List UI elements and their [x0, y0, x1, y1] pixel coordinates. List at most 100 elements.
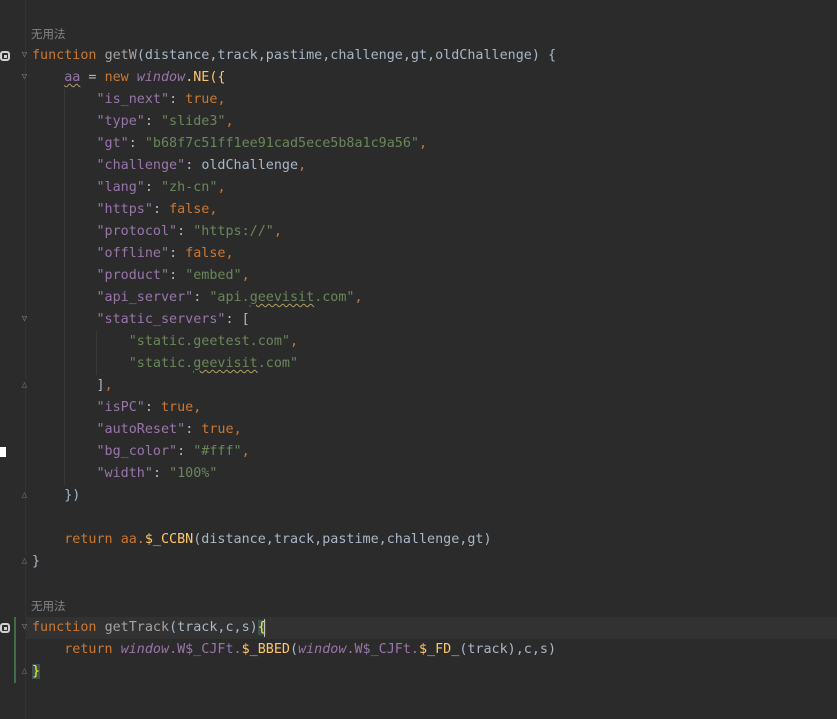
prop-key: "static_servers": [96, 312, 226, 327]
usage-hint: 无用法: [31, 599, 66, 613]
prop-value: "slide3": [161, 114, 226, 129]
global-object: window: [120, 642, 170, 657]
prop-value: oldChallenge: [201, 158, 299, 173]
recursive-call-icon[interactable]: [0, 51, 10, 61]
prop-key: "autoReset": [96, 422, 186, 437]
fold-open-icon[interactable]: ▽: [20, 315, 29, 324]
params: (track,c,s): [169, 620, 258, 635]
code-line[interactable]: "https": false,: [32, 199, 218, 221]
fold-open-icon[interactable]: ▽: [20, 51, 29, 60]
variable: aa: [64, 70, 81, 85]
code-line[interactable]: "product": "embed",: [32, 265, 250, 287]
fold-close-icon[interactable]: △: [20, 667, 29, 676]
fold-open-icon[interactable]: ▽: [20, 73, 29, 82]
object-ref: aa.: [120, 532, 145, 547]
typo-word: geevisit: [193, 356, 258, 371]
code-line[interactable]: aa = new window.NE({: [32, 67, 226, 89]
code-line[interactable]: return window.W$_CJFt.$_BBED(window.W$_C…: [32, 639, 556, 661]
recursive-call-icon[interactable]: [0, 623, 10, 633]
method-name: $_FD_: [419, 642, 460, 657]
code-line[interactable]: "static_servers": [: [32, 309, 250, 331]
vcs-change-marker: [14, 617, 16, 683]
code-line[interactable]: return aa.$_CCBN(distance,track,pastime,…: [32, 529, 491, 551]
prop-value: .com": [314, 290, 355, 305]
prop-key: "protocol": [96, 224, 178, 239]
prop-key: "offline": [96, 246, 170, 261]
code-line[interactable]: }: [32, 661, 41, 683]
keyword: function: [32, 48, 97, 63]
args: (track),c,s): [459, 642, 557, 657]
call-close: }): [64, 488, 81, 503]
editor-gutter: [0, 0, 26, 719]
fold-close-icon[interactable]: △: [20, 381, 29, 390]
code-line[interactable]: "static.geetest.com",: [32, 331, 298, 353]
prop-chain: .W$_CJFt.: [169, 642, 242, 657]
prop-key: "https": [96, 202, 153, 217]
code-line[interactable]: "offline": false,: [32, 243, 234, 265]
prop-value: "b68f7c51ff1ee91cad5ece5b8a1c9a56": [144, 136, 419, 151]
call: .NE({: [185, 70, 226, 85]
code-line[interactable]: "isPC": true,: [32, 397, 202, 419]
prop-key: "width": [96, 466, 153, 481]
prop-value: "#fff": [193, 444, 242, 459]
array-item: .com": [257, 356, 299, 371]
typo-word: geevisit: [249, 290, 315, 305]
global-object: window: [298, 642, 347, 657]
keyword: new: [104, 70, 129, 85]
prop-value: "embed": [185, 268, 242, 283]
code-line[interactable]: "is_next": true,: [32, 89, 226, 111]
keyword: function: [32, 620, 97, 635]
prop-chain: .W$_CJFt.: [346, 642, 419, 657]
prop-value: "100%": [169, 466, 218, 481]
code-line[interactable]: "type": "slide3",: [32, 111, 234, 133]
operator: =: [80, 70, 105, 85]
paren: (: [290, 642, 299, 657]
prop-key: "type": [96, 114, 145, 129]
block-close: }: [32, 554, 41, 569]
prop-value: "api.: [209, 290, 250, 305]
prop-value: "https://": [193, 224, 274, 239]
function-name: getTrack: [104, 620, 170, 635]
matched-brace: }: [32, 664, 41, 679]
prop-key: "challenge": [96, 158, 186, 173]
code-line[interactable]: "width": "100%": [32, 463, 218, 485]
method-name: $_BBED: [241, 642, 290, 657]
code-line[interactable]: "gt": "b68f7c51ff1ee91cad5ece5b8a1c9a56"…: [32, 133, 428, 155]
code-line[interactable]: function getTrack(track,c,s){: [32, 617, 266, 639]
code-line[interactable]: "static.geevisit.com": [32, 353, 298, 375]
code-line[interactable]: }: [32, 551, 40, 573]
global-object: window: [136, 70, 186, 85]
prop-value: true: [161, 400, 194, 415]
prop-key: "is_next": [96, 92, 170, 107]
prop-key: "product": [96, 268, 170, 283]
code-line[interactable]: "autoReset": true,: [32, 419, 242, 441]
array-item: "static.: [128, 356, 194, 371]
code-line[interactable]: "challenge": oldChallenge,: [32, 155, 307, 177]
prop-key: "bg_color": [96, 444, 178, 459]
params: (distance,track,pastime,challenge,gt,old…: [136, 48, 557, 63]
code-line[interactable]: "protocol": "https://",: [32, 221, 282, 243]
prop-value: false: [185, 246, 226, 261]
code-line[interactable]: }): [32, 485, 80, 507]
code-line[interactable]: ],: [32, 375, 113, 397]
array-close: ]: [96, 378, 105, 393]
bookmark-icon[interactable]: [0, 447, 6, 457]
method-name: $_CCBN: [144, 532, 194, 547]
array-open: : [: [225, 312, 250, 327]
prop-key: "gt": [96, 136, 129, 151]
array-item: "static.geetest.com": [128, 334, 290, 349]
code-line[interactable]: "lang": "zh-cn",: [32, 177, 226, 199]
text-caret: [264, 619, 265, 637]
keyword: return: [64, 532, 113, 547]
fold-open-icon[interactable]: ▽: [20, 623, 29, 632]
fold-close-icon[interactable]: △: [20, 491, 29, 500]
code-line[interactable]: function getW(distance,track,pastime,cha…: [32, 45, 556, 67]
prop-value: false: [169, 202, 210, 217]
function-name: getW: [104, 48, 137, 63]
prop-key: "isPC": [96, 400, 145, 415]
code-line[interactable]: "api_server": "api.geevisit.com",: [32, 287, 363, 309]
code-line[interactable]: "bg_color": "#fff",: [32, 441, 250, 463]
prop-key: "api_server": [96, 290, 194, 305]
fold-close-icon[interactable]: △: [20, 557, 29, 566]
prop-value: true: [185, 92, 218, 107]
